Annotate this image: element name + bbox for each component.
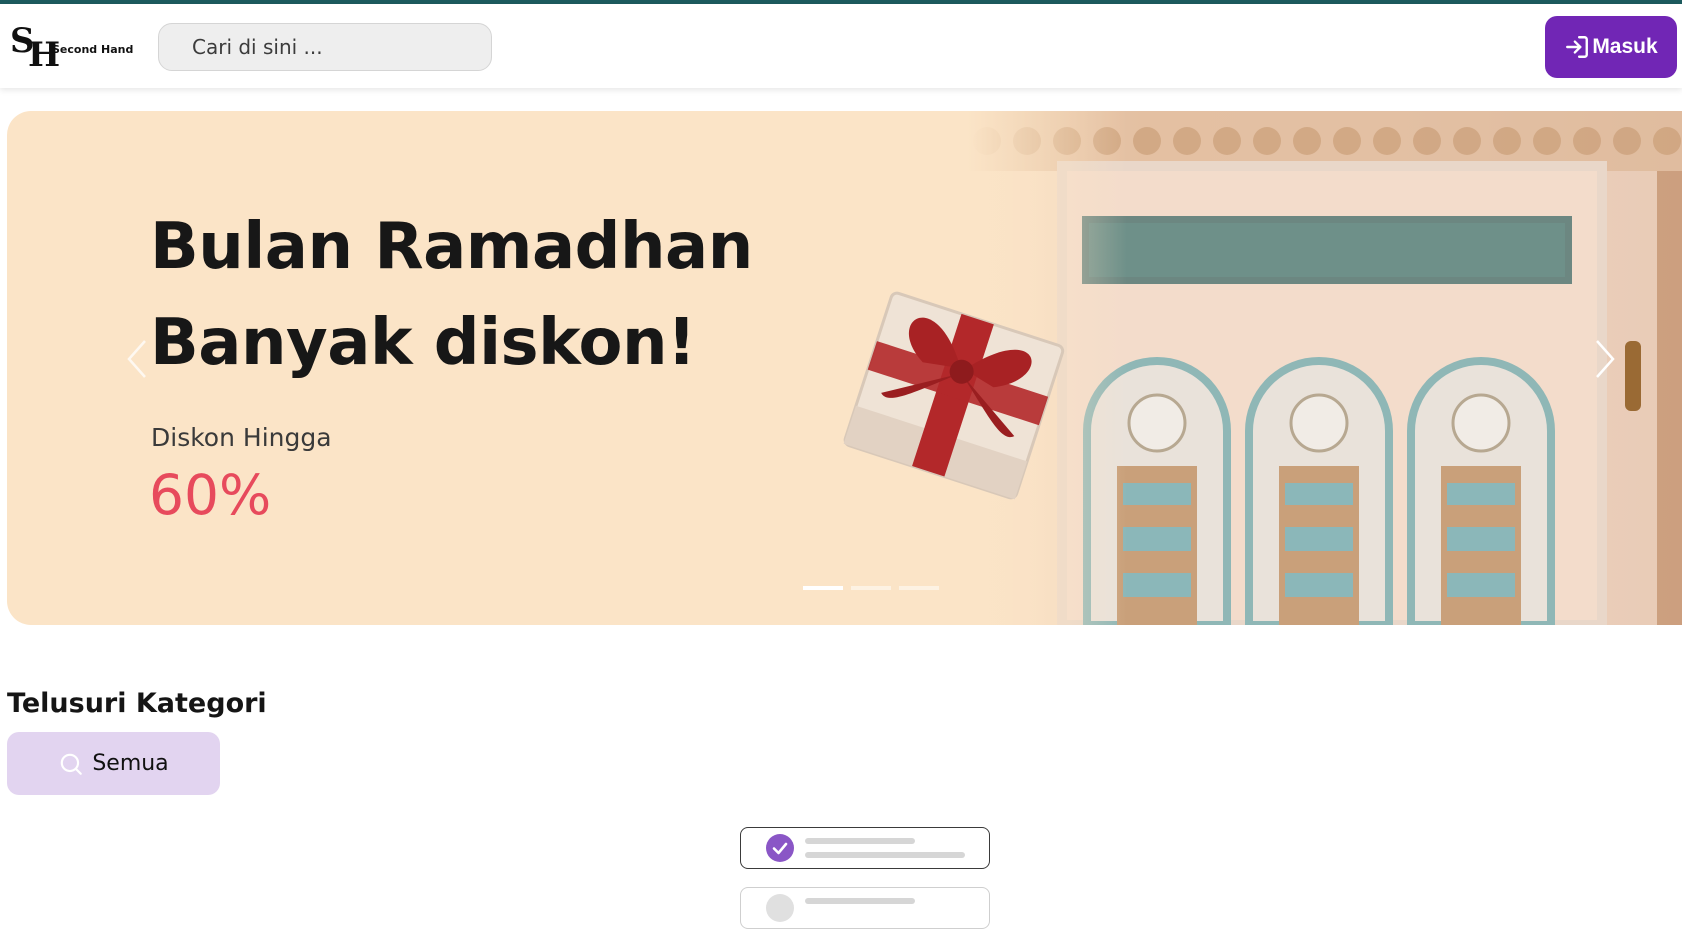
carousel-next-button[interactable] xyxy=(1585,329,1625,389)
search-input[interactable] xyxy=(158,23,492,71)
category-button-semua[interactable]: Semua xyxy=(7,732,220,795)
placeholder-line xyxy=(805,898,915,904)
category-label: Semua xyxy=(92,751,169,776)
chevron-left-icon xyxy=(127,340,146,378)
chevron-right-icon xyxy=(1596,340,1615,378)
placeholder-circle xyxy=(766,894,794,922)
login-label: Masuk xyxy=(1592,35,1658,58)
login-button[interactable]: Masuk xyxy=(1545,16,1677,78)
loading-placeholder-card xyxy=(740,827,990,869)
gift-box-image xyxy=(843,291,1065,500)
banner-headline-line2: Banyak diskon! xyxy=(150,306,696,380)
category-section-title: Telusuri Kategori xyxy=(7,688,267,719)
navbar: S H Second Hand Masuk xyxy=(0,4,1682,88)
check-icon xyxy=(766,834,794,862)
banner-headline: Bulan Ramadhan Banyak diskon! xyxy=(150,199,753,391)
placeholder-line xyxy=(805,852,965,858)
banner-headline-line1: Bulan Ramadhan xyxy=(150,210,753,284)
banner-subtitle: Diskon Hingga xyxy=(151,423,332,452)
loading-placeholder-card xyxy=(740,887,990,929)
carousel-indicators xyxy=(803,586,939,590)
carousel-indicator-1[interactable] xyxy=(803,586,843,590)
carousel-indicator-3[interactable] xyxy=(899,586,939,590)
search-icon xyxy=(61,753,83,775)
login-icon xyxy=(1566,36,1589,58)
brand-name: Second Hand xyxy=(52,43,134,56)
placeholder-line xyxy=(805,838,915,844)
carousel-prev-button[interactable] xyxy=(117,329,157,389)
logo[interactable]: S H Second Hand xyxy=(10,24,140,72)
promo-banner-carousel: Bulan Ramadhan Banyak diskon! Diskon Hin… xyxy=(7,111,1682,625)
banner-discount: 60% xyxy=(149,463,272,527)
carousel-indicator-2[interactable] xyxy=(851,586,891,590)
